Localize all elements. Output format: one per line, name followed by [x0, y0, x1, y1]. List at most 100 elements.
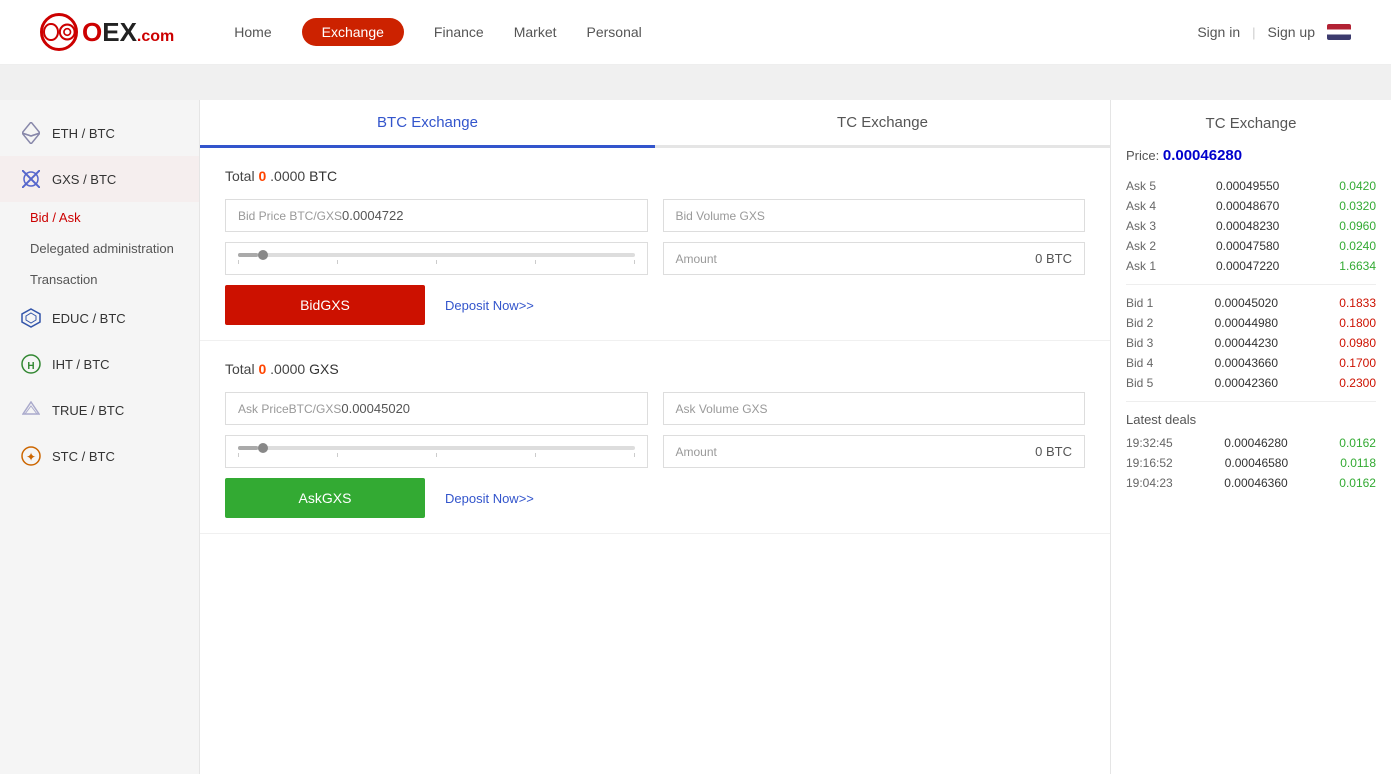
ask5-price: 0.00049550 [1216, 179, 1279, 193]
eth-btc-label: ETH / BTC [52, 126, 115, 141]
ask-slider-track [238, 446, 635, 450]
content-area: BTC Exchange TC Exchange Total 0 .0000 B… [200, 100, 1391, 774]
latest-deals-title: Latest deals [1126, 412, 1376, 427]
ob-divider-2 [1126, 401, 1376, 402]
nav-exchange[interactable]: Exchange [302, 18, 404, 46]
bid-slider-fill [238, 253, 258, 257]
sidebar-sub-transaction[interactable]: Transaction [0, 264, 199, 295]
ask-tick-0 [238, 453, 239, 457]
tick-3 [535, 260, 536, 264]
ask-total-zero: 0 [258, 361, 266, 377]
sidebar-item-iht-btc[interactable]: H IHT / BTC [0, 341, 199, 387]
price-label: Price: [1126, 148, 1159, 163]
bid-input-row: Bid Price BTC/GXS Bid Volume GXS [225, 199, 1085, 232]
bid-price-box[interactable]: Bid Price BTC/GXS [225, 199, 648, 232]
tab-btc-exchange[interactable]: BTC Exchange [200, 100, 655, 148]
ask-volume-box[interactable]: Ask Volume GXS [663, 392, 1086, 425]
ask2-label: Ask 2 [1126, 239, 1156, 253]
ask-row-5: Ask 5 0.00049550 0.0420 [1126, 176, 1376, 196]
gxs-btc-label: GXS / BTC [52, 172, 116, 187]
ask1-label: Ask 1 [1126, 259, 1156, 273]
deal3-price: 0.00046360 [1224, 476, 1287, 490]
nav-right: Sign in | Sign up [1197, 24, 1351, 40]
bid-deposit-link[interactable]: Deposit Now>> [445, 298, 534, 313]
deal3-time: 19:04:23 [1126, 476, 1173, 490]
ask2-vol: 0.0240 [1339, 239, 1376, 253]
bid3-vol: 0.0980 [1339, 336, 1376, 350]
deal1-vol: 0.0162 [1339, 436, 1376, 450]
sidebar-sub-delegated[interactable]: Delegated administration [0, 233, 199, 264]
bid-price-input[interactable] [342, 208, 634, 223]
ask-slider-container[interactable] [225, 435, 648, 468]
ask-total-row: Total 0 .0000 GXS [225, 361, 1085, 377]
ask-slider-thumb[interactable] [258, 443, 268, 453]
sidebar-item-eth-btc[interactable]: ETH / BTC [0, 110, 199, 156]
ask-price-box[interactable]: Ask PriceBTC/GXS [225, 392, 648, 425]
ask-volume-input[interactable] [768, 401, 1072, 416]
bid-slider-row: Amount 0 BTC [225, 242, 1085, 275]
bid2-vol: 0.1800 [1339, 316, 1376, 330]
ask-gxs-button[interactable]: AskGXS [225, 478, 425, 518]
ask-price-input[interactable] [341, 401, 634, 416]
bid-volume-input[interactable] [765, 208, 1072, 223]
nav: Home Exchange Finance Market Personal [234, 18, 1197, 46]
logo[interactable]: OEX.com [40, 13, 174, 51]
iht-icon: H [20, 353, 42, 375]
sidebar-sub-bid-ask[interactable]: Bid / Ask [0, 202, 199, 233]
true-icon [20, 399, 42, 421]
header: OEX.com Home Exchange Finance Market Per… [0, 0, 1391, 65]
tick-4 [634, 260, 635, 264]
bid-slider-track [238, 253, 635, 257]
sign-up-link[interactable]: Sign up [1268, 24, 1315, 40]
bid-slider-container[interactable] [225, 242, 648, 275]
nav-home[interactable]: Home [234, 20, 271, 44]
tab-tc-exchange[interactable]: TC Exchange [655, 100, 1110, 145]
deal2-time: 19:16:52 [1126, 456, 1173, 470]
stc-btc-label: STC / BTC [52, 449, 115, 464]
ask-row-3: Ask 3 0.00048230 0.0960 [1126, 216, 1376, 236]
sign-in-link[interactable]: Sign in [1197, 24, 1240, 40]
bid-gxs-button[interactable]: BidGXS [225, 285, 425, 325]
tick-0 [238, 260, 239, 264]
nav-finance[interactable]: Finance [434, 20, 484, 44]
bid-section: Total 0 .0000 BTC Bid Price BTC/GXS Bid … [200, 148, 1110, 341]
bid-row-4: Bid 4 0.00043660 0.1700 [1126, 353, 1376, 373]
order-book: TC Exchange Price: 0.00046280 Ask 5 0.00… [1111, 100, 1391, 774]
bid-volume-box[interactable]: Bid Volume GXS [663, 199, 1086, 232]
order-book-title: TC Exchange [1126, 115, 1376, 132]
ask5-label: Ask 5 [1126, 179, 1156, 193]
ask-tick-1 [337, 453, 338, 457]
ask-tick-4 [634, 453, 635, 457]
bid-slider-thumb[interactable] [258, 250, 268, 260]
sidebar-item-educ-btc[interactable]: EDUC / BTC [0, 295, 199, 341]
ask2-price: 0.00047580 [1216, 239, 1279, 253]
ob-divider [1126, 284, 1376, 285]
exchange-panel: BTC Exchange TC Exchange Total 0 .0000 B… [200, 100, 1111, 774]
sidebar-item-gxs-btc[interactable]: GXS / BTC [0, 156, 199, 202]
nav-personal[interactable]: Personal [587, 20, 642, 44]
sub-header [0, 65, 1391, 100]
sidebar-item-stc-btc[interactable]: ✦ STC / BTC [0, 433, 199, 479]
ask-total-currency: GXS [309, 361, 339, 377]
bid5-label: Bid 5 [1126, 376, 1153, 390]
bid2-price: 0.00044980 [1215, 316, 1278, 330]
sidebar-item-true-btc[interactable]: TRUE / BTC [0, 387, 199, 433]
ask-row-2: Ask 2 0.00047580 0.0240 [1126, 236, 1376, 256]
ask-input-row: Ask PriceBTC/GXS Ask Volume GXS [225, 392, 1085, 425]
logo-text: OEX.com [82, 17, 174, 48]
svg-text:✦: ✦ [26, 450, 36, 464]
ask-total-decimal: .0000 [270, 361, 305, 377]
ask-deposit-link[interactable]: Deposit Now>> [445, 491, 534, 506]
bid4-label: Bid 4 [1126, 356, 1153, 370]
ask-slider-row: Amount 0 BTC [225, 435, 1085, 468]
eth-icon [20, 122, 42, 144]
logo-icon [40, 13, 78, 51]
bid-row-2: Bid 2 0.00044980 0.1800 [1126, 313, 1376, 333]
sidebar: ETH / BTC GXS / BTC Bid / Ask Delegated … [0, 100, 200, 774]
ask3-label: Ask 3 [1126, 219, 1156, 233]
deal-row-2: 19:16:52 0.00046580 0.0118 [1126, 453, 1376, 473]
bid5-price: 0.00042360 [1215, 376, 1278, 390]
language-flag[interactable] [1327, 24, 1351, 40]
bid-row-3: Bid 3 0.00044230 0.0980 [1126, 333, 1376, 353]
nav-market[interactable]: Market [514, 20, 557, 44]
